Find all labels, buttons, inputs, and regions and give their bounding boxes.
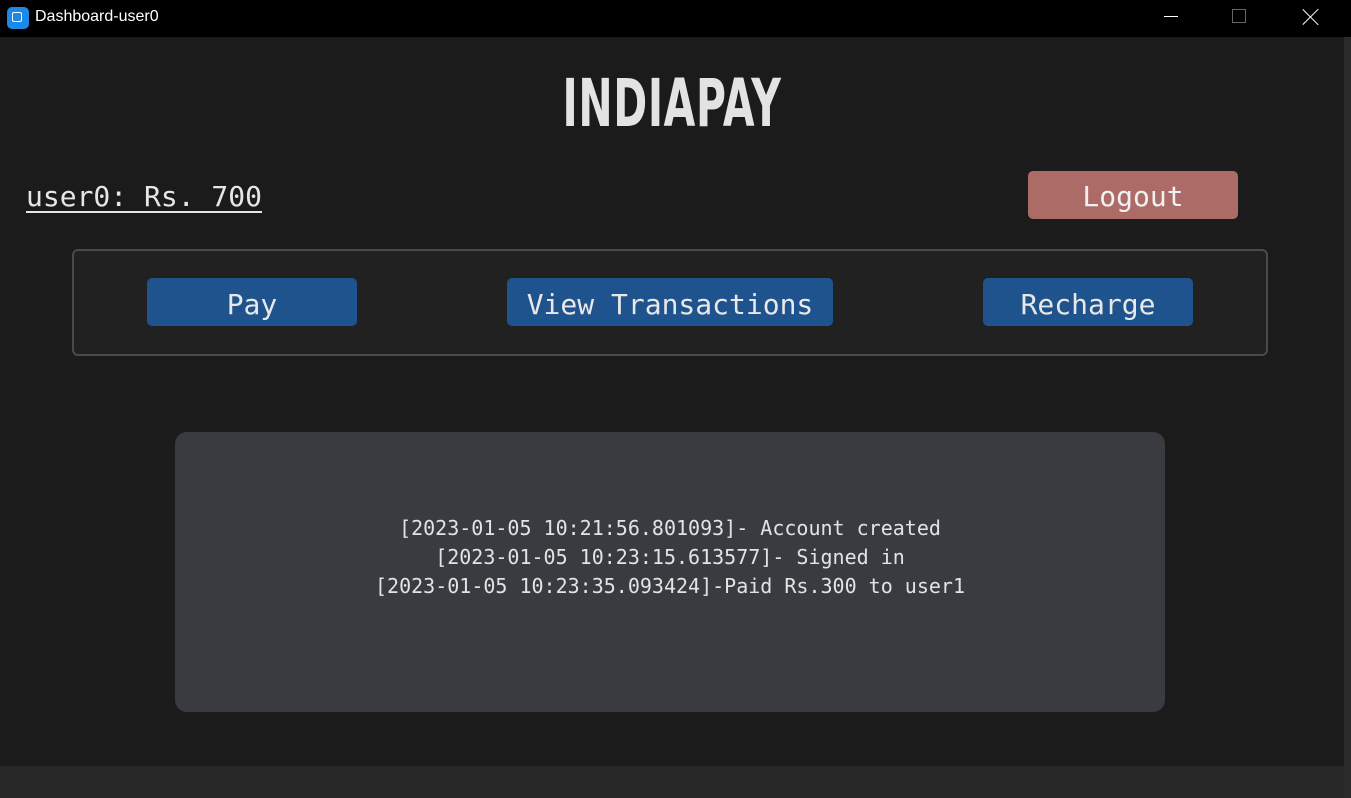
recharge-button[interactable]: Recharge <box>983 278 1193 326</box>
taskbar-strip <box>0 766 1344 798</box>
transaction-log-panel: [2023-01-05 10:21:56.801093]- Account cr… <box>175 432 1165 712</box>
app-icon <box>7 7 29 29</box>
dashboard-window: INDIAPAY user0: Rs. 700 Logout Pay View … <box>0 37 1344 766</box>
window-edge <box>1344 37 1351 798</box>
pay-button[interactable]: Pay <box>147 278 357 326</box>
minimize-icon[interactable] <box>1148 0 1194 33</box>
maximize-icon[interactable] <box>1216 0 1262 33</box>
log-line: [2023-01-05 10:23:35.093424]-Paid Rs.300… <box>374 574 965 598</box>
logout-button[interactable]: Logout <box>1028 171 1238 219</box>
app-logo-title: INDIAPAY <box>562 65 782 142</box>
window-title: Dashboard-user0 <box>35 8 159 25</box>
close-icon[interactable] <box>1288 0 1334 33</box>
transaction-log-lines: [2023-01-05 10:21:56.801093]- Account cr… <box>175 514 1165 601</box>
log-line: [2023-01-05 10:23:15.613577]- Signed in <box>435 545 905 569</box>
title-bar: Dashboard-user0 <box>0 0 1351 37</box>
user-balance-label: user0: Rs. 700 <box>26 180 263 213</box>
view-transactions-button[interactable]: View Transactions <box>507 278 833 326</box>
log-line: [2023-01-05 10:21:56.801093]- Account cr… <box>399 516 941 540</box>
